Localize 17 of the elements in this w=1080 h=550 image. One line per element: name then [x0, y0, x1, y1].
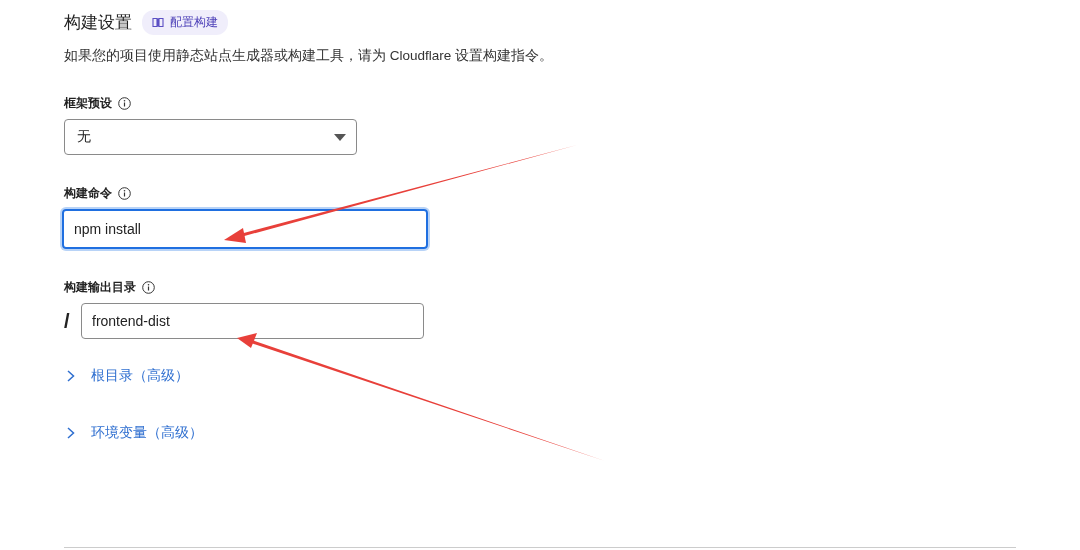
input-field[interactable]: npm install — [62, 209, 428, 249]
expander-link[interactable]: 根目录（高级） — [64, 367, 189, 385]
field-label: 构建命令 — [64, 185, 112, 202]
book-icon — [152, 17, 164, 28]
section-title: 构建设置 — [64, 12, 132, 34]
info-icon[interactable] — [118, 97, 131, 110]
docs-button[interactable]: 配置构建 — [142, 10, 228, 35]
info-icon[interactable] — [118, 187, 131, 200]
input-field[interactable]: frontend-dist — [81, 303, 424, 339]
description: 如果您的项目使用静态站点生成器或构建工具，请为 Cloudflare 设置构建指令。 — [64, 47, 555, 65]
field-label: 构建输出目录 — [64, 279, 136, 296]
caret-icon — [334, 133, 346, 141]
framework-dropdown[interactable]: 无 — [64, 119, 357, 155]
field-label: 框架预设 — [64, 95, 112, 112]
path-prefix: / — [64, 309, 71, 333]
expander-link[interactable]: 环境变量（高级） — [64, 424, 203, 442]
info-icon[interactable] — [142, 281, 155, 294]
